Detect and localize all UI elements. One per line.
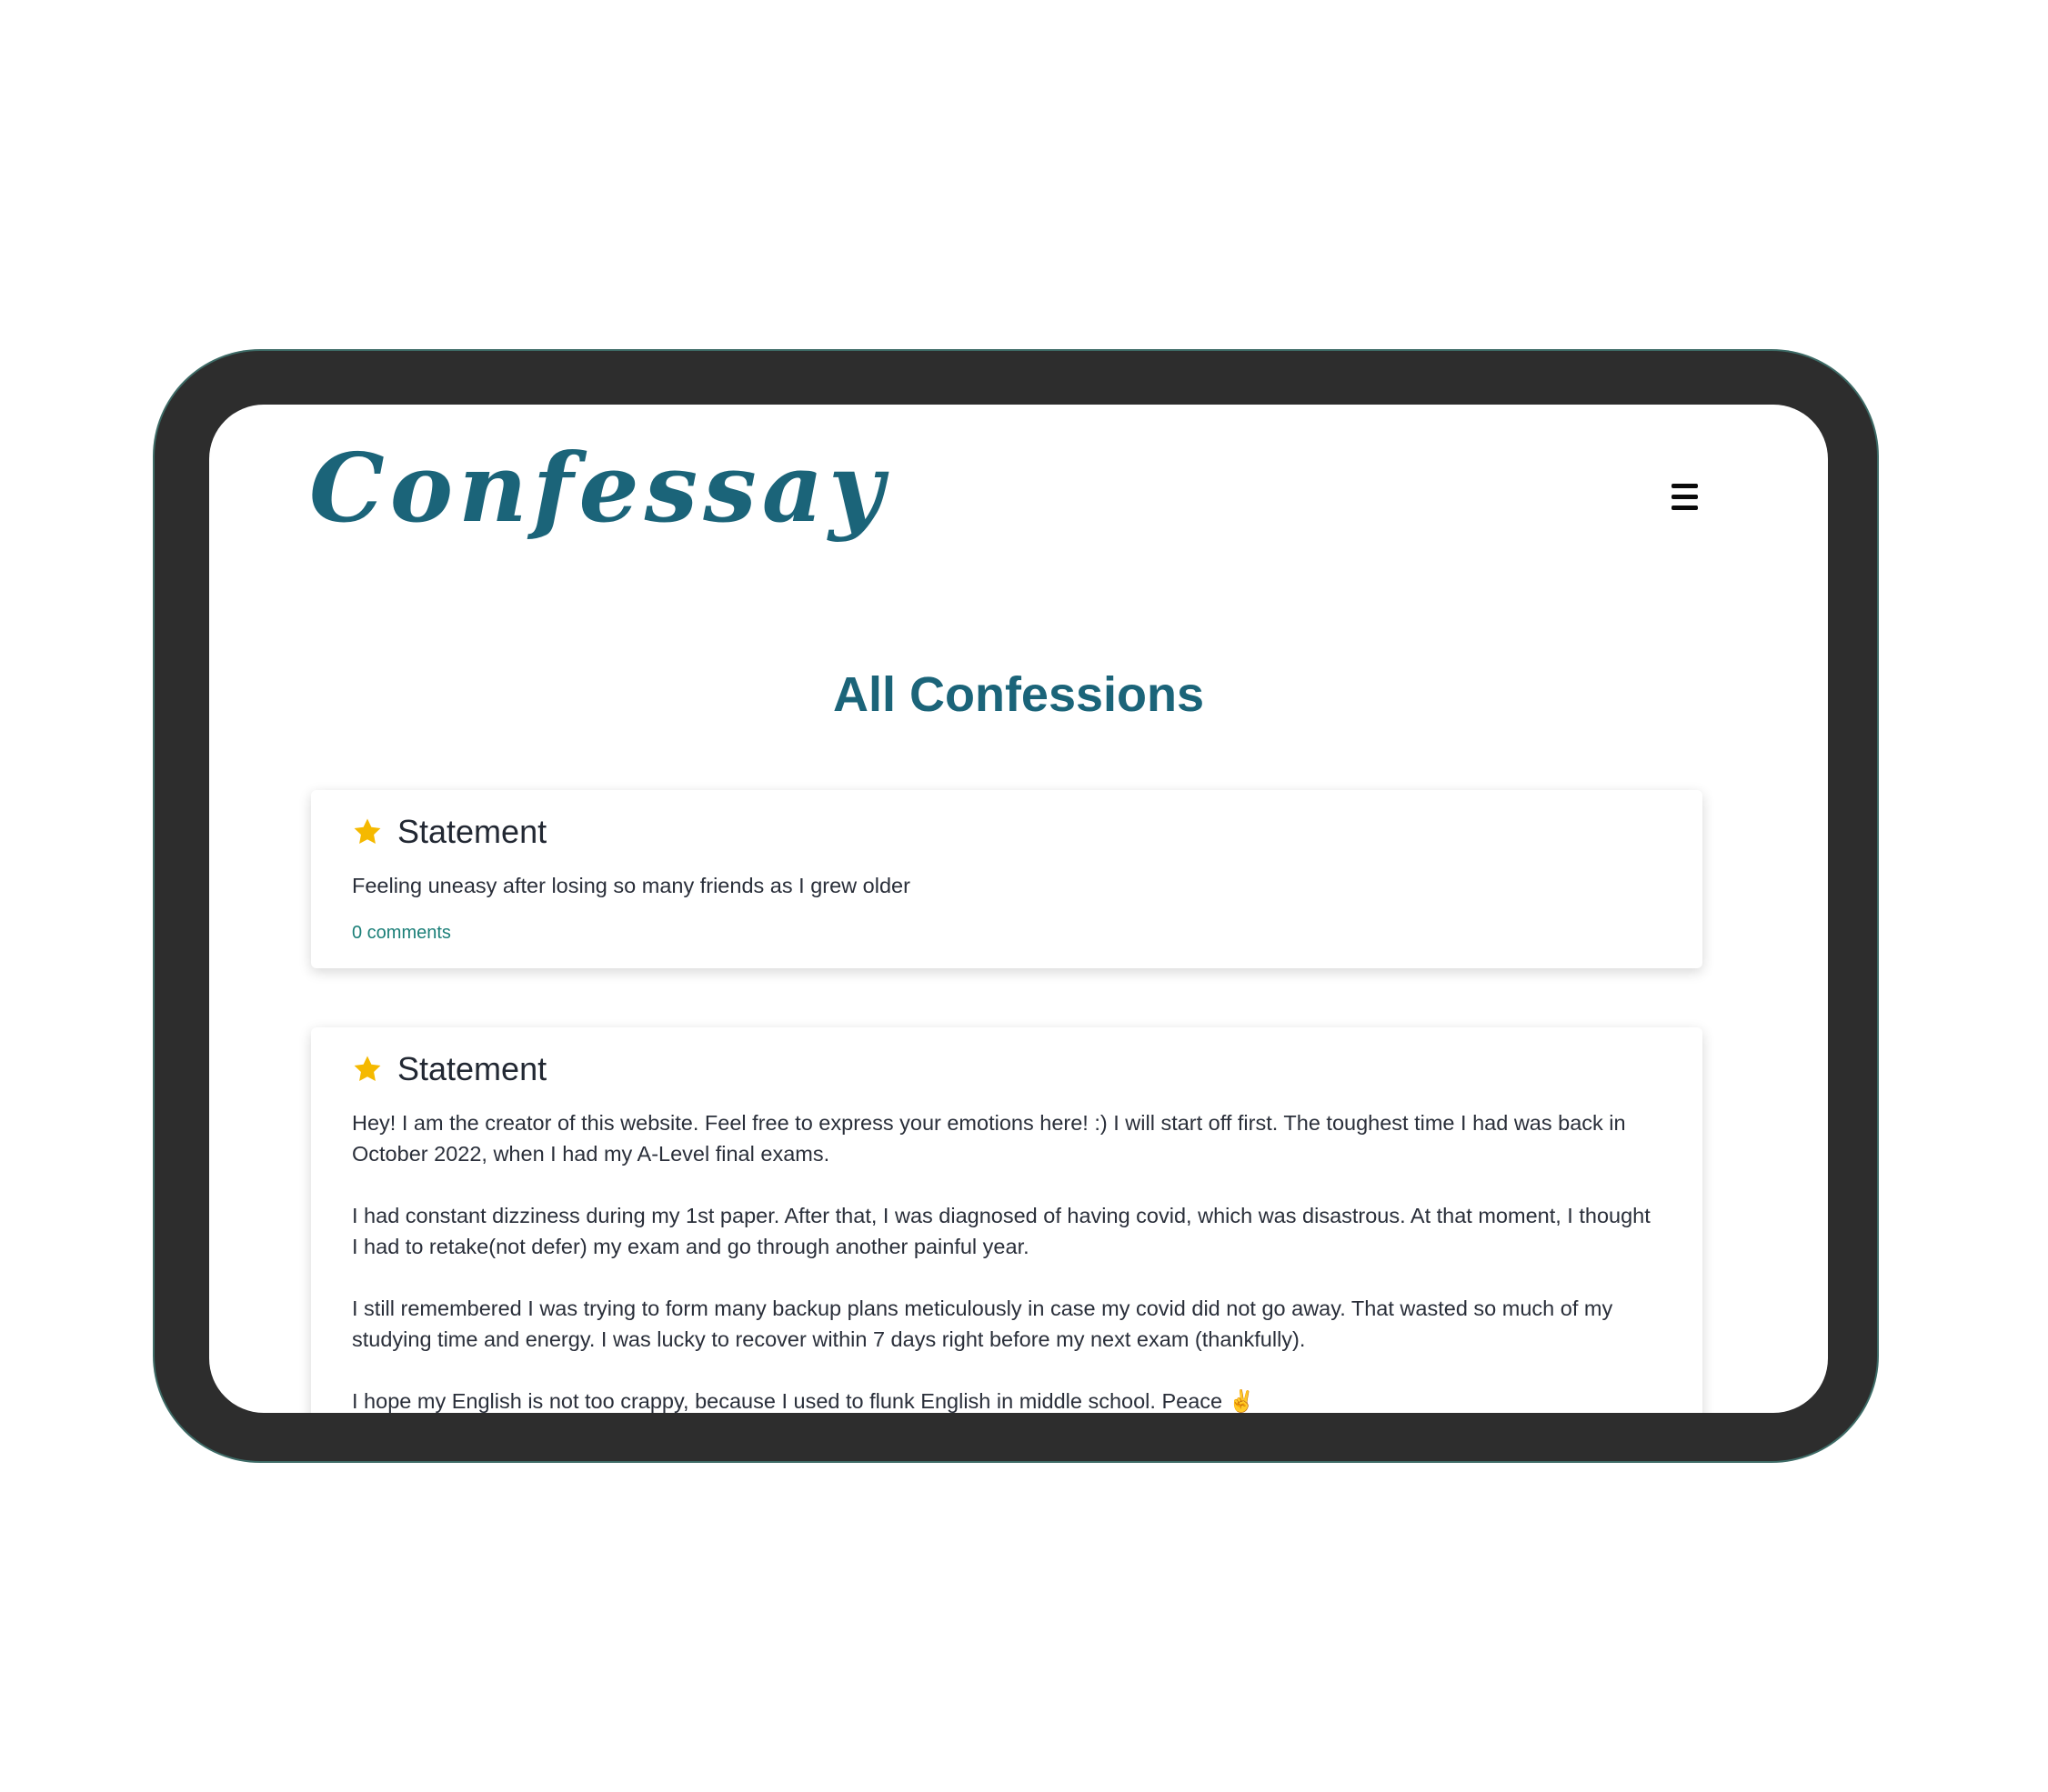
tablet-screen: Confessay All Confessions Statement Feel…	[209, 405, 1828, 1413]
confession-title: Statement	[397, 813, 547, 850]
confession-paragraph: I hope my English is not too crappy, bec…	[352, 1389, 1255, 1413]
confession-header: Statement	[352, 790, 1661, 870]
page-title: All Confessions	[832, 667, 1205, 722]
confession-text: Feeling uneasy after losing so many frie…	[352, 874, 910, 897]
star-icon	[354, 818, 381, 845]
confession-body: Feeling uneasy after losing so many frie…	[352, 870, 1661, 948]
site-header: Confessay	[209, 405, 1828, 586]
comments-link[interactable]: 0 comments	[352, 917, 451, 948]
confession-paragraph: I still remembered I was trying to form …	[352, 1296, 1613, 1351]
confession-title: Statement	[397, 1050, 547, 1087]
confession-body: Hey! I am the creator of this website. F…	[352, 1107, 1661, 1413]
confession-header: Statement	[352, 1027, 1661, 1107]
star-icon	[354, 1056, 381, 1082]
confession-card: Statement Feeling uneasy after losing so…	[311, 790, 1702, 968]
confession-card: Statement Hey! I am the creator of this …	[311, 1027, 1702, 1413]
confession-paragraph: Hey! I am the creator of this website. F…	[352, 1111, 1626, 1166]
site-logo[interactable]: Confessay	[309, 441, 889, 536]
confession-paragraph: I had constant dizziness during my 1st p…	[352, 1204, 1651, 1258]
hamburger-menu-icon[interactable]	[1670, 479, 1706, 517]
